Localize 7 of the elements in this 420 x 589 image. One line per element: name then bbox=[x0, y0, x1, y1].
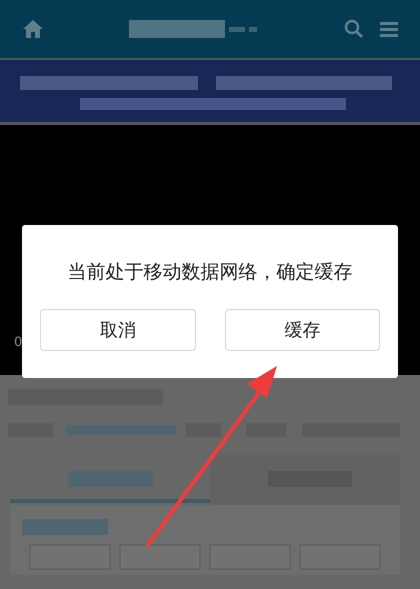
search-icon[interactable] bbox=[344, 19, 364, 39]
home-icon[interactable] bbox=[22, 19, 44, 39]
time-label: 0 bbox=[14, 335, 22, 350]
dialog-button[interactable]: 取消 bbox=[40, 309, 196, 351]
menu-icon[interactable] bbox=[380, 21, 398, 37]
dialog-button[interactable]: 缓存 bbox=[224, 309, 380, 351]
dialog-message: 当前处于移动数据网络，确定缓存 bbox=[66, 260, 354, 285]
